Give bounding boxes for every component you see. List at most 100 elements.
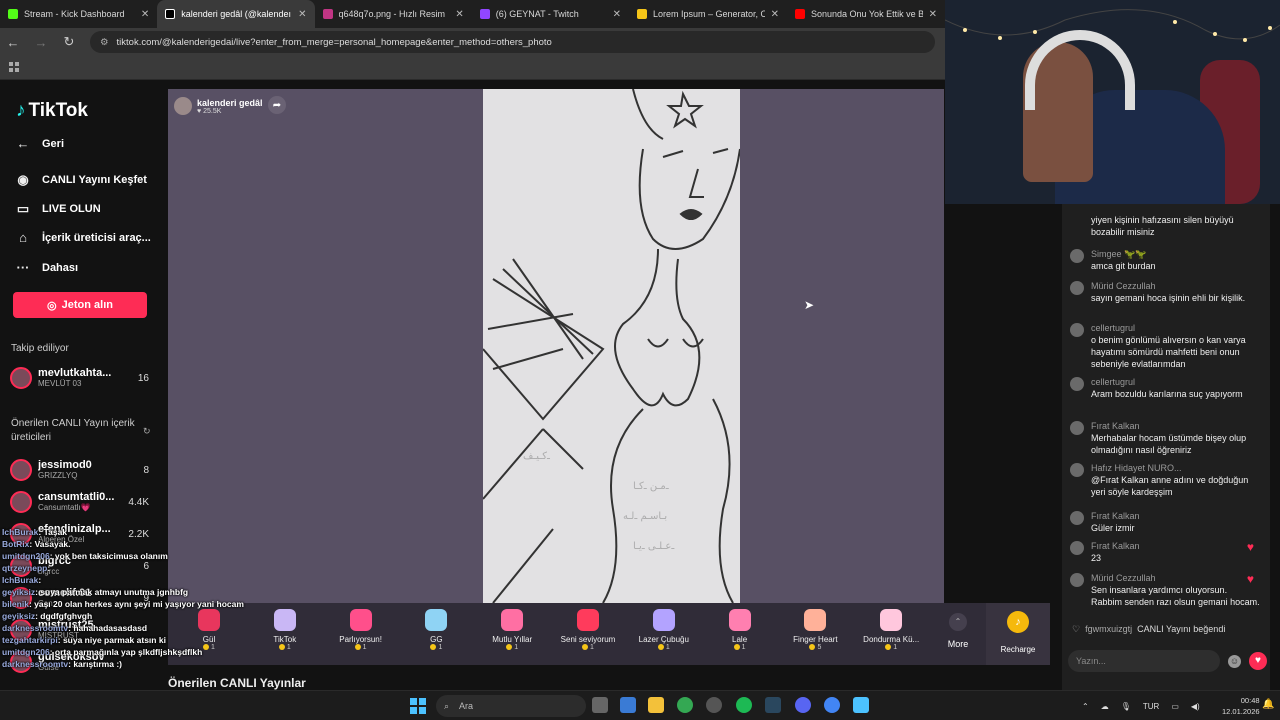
creator-list-item[interactable]: mevlutkahta... MEVLÜT 03 16 xyxy=(10,364,155,392)
mic-icon[interactable]: 🎙 xyxy=(1121,702,1131,711)
emoji-icon[interactable]: ☺ xyxy=(1228,655,1241,668)
spotify-icon[interactable] xyxy=(736,697,752,713)
chat-avatar[interactable] xyxy=(1070,377,1084,391)
chat-username[interactable]: Fırat Kalkan xyxy=(1091,510,1260,522)
notepad-icon[interactable] xyxy=(853,697,869,713)
gift-item[interactable]: Finger Heart 5 xyxy=(778,607,852,661)
chat-avatar[interactable] xyxy=(1070,511,1084,525)
gift-item[interactable]: Seni seviyorum 1 xyxy=(551,607,625,661)
back-icon[interactable]: ← xyxy=(6,35,20,50)
recharge-button[interactable]: ♪ Recharge xyxy=(986,603,1050,665)
forward-icon[interactable]: → xyxy=(34,35,48,50)
close-icon[interactable]: ✕ xyxy=(455,9,463,20)
chat-username[interactable]: Hafız Hidayet NURO... xyxy=(1091,462,1260,474)
reload-icon[interactable]: ↻ xyxy=(62,34,76,50)
creator-list-item[interactable]: jessimod0 GRIZZLYQ 8 xyxy=(10,456,155,484)
get-coins-button[interactable]: ◎ Jeton alın xyxy=(13,292,147,318)
more-gifts-button[interactable]: ⌃ More xyxy=(938,607,978,649)
tab-label: Stream - Kick Dashboard xyxy=(24,9,125,19)
steam-icon[interactable] xyxy=(765,697,781,713)
clock[interactable]: 00:48 12.01.2026 xyxy=(1222,695,1260,717)
chat-username[interactable]: Fırat Kalkan xyxy=(1091,420,1260,432)
chrome-active-icon[interactable] xyxy=(824,697,840,713)
gift-item[interactable]: Mutlu Yıllar 1 xyxy=(475,607,549,661)
creator-list-item[interactable]: cansumtatli0... Cansumtatlı💗 4.4K xyxy=(10,488,155,516)
chat-avatar[interactable] xyxy=(1070,541,1084,555)
chat-avatar[interactable] xyxy=(1070,463,1084,477)
chrome-icon[interactable] xyxy=(677,697,693,713)
overlay-username: tezgahtarkirpi xyxy=(2,635,58,645)
close-icon[interactable]: ✕ xyxy=(771,9,779,20)
sidebar-nav-item[interactable]: ← Geri xyxy=(14,136,65,151)
volume-icon[interactable]: ◀) xyxy=(1191,702,1200,711)
browser-tab[interactable]: q648q7o.png - Hızlı Resim ✕ xyxy=(315,0,472,28)
sidebar-nav-item[interactable]: ⌂ İçerik üreticisi araç... xyxy=(14,230,151,245)
close-icon[interactable]: ✕ xyxy=(298,9,306,20)
browser-tab[interactable]: (6) GEYNAT - Twitch ✕ xyxy=(472,0,629,28)
chat-text: Aram bozuldu karılarına suç yapıyorm xyxy=(1091,389,1243,399)
site-info-icon[interactable]: ⚙ xyxy=(100,37,109,48)
network-icon[interactable]: ▭ xyxy=(1171,702,1179,711)
task-view-icon[interactable] xyxy=(592,697,608,713)
browser-tab-bar: Stream - Kick Dashboard ✕ kalenderi gedâl … xyxy=(0,0,945,28)
browser-tab[interactable]: Sonunda Onu Yok Ettik ve BÜY ✕ xyxy=(787,0,945,28)
chat-avatar[interactable] xyxy=(1070,573,1084,587)
close-icon[interactable]: ✕ xyxy=(613,9,621,20)
apps-grid-icon[interactable] xyxy=(9,62,19,72)
chat-avatar[interactable] xyxy=(1070,281,1084,295)
avatar[interactable] xyxy=(10,459,32,481)
chat-avatar[interactable] xyxy=(1070,323,1084,337)
close-icon[interactable]: ✕ xyxy=(141,9,149,20)
refresh-icon[interactable]: ↻ xyxy=(143,426,151,437)
gift-item[interactable]: GG 1 xyxy=(399,607,473,661)
windows-start-icon[interactable] xyxy=(410,698,426,714)
gift-item[interactable]: Lazer Çubuğu 1 xyxy=(627,607,701,661)
notification-bell-icon[interactable]: 🔔 xyxy=(1262,699,1274,710)
chat-username[interactable]: Mürid Cezzullah xyxy=(1091,572,1260,584)
coin-icon xyxy=(430,644,437,651)
chat-username[interactable]: cellertugrul xyxy=(1091,322,1260,334)
language-indicator[interactable]: TUR xyxy=(1143,702,1159,711)
like-heart-button[interactable]: ♥ xyxy=(1249,652,1267,670)
taskbar-search[interactable]: ⌕ Ara xyxy=(436,695,586,717)
gift-item[interactable]: Parlıyorsun! 1 xyxy=(324,607,398,661)
avatar[interactable] xyxy=(10,491,32,513)
overlay-chat-line: darknessroomtv: hahahadasasdasd xyxy=(2,622,262,634)
sidebar-nav-label: CANLI Yayını Keşfet xyxy=(42,174,147,186)
chat-username[interactable]: Simgee 🦖🦖 xyxy=(1091,248,1260,260)
file-explorer-icon[interactable] xyxy=(648,697,664,713)
live-video-player[interactable]: ـﻣـﻦ ـﻛـﺎ ﺑـﺎﺳـﻢ ـﻟـﻪ ـﻋـﻠـﻰ ـﻳـﺎ ـﻛـﻴـﻒ… xyxy=(168,88,944,604)
sidebar-nav-label: LIVE OLUN xyxy=(42,203,101,215)
chat-message: Mürid Cezzullah Sen insanlara yardımcı ol… xyxy=(1070,572,1260,608)
chat-input[interactable]: Yazın... xyxy=(1068,650,1220,672)
url-field[interactable]: ⚙ tiktok.com/@kalenderigedai/live?enter_… xyxy=(90,31,935,53)
onedrive-icon[interactable]: ☁ xyxy=(1101,702,1109,711)
chat-username[interactable]: Mürid Cezzullah xyxy=(1091,280,1260,292)
discord-icon[interactable] xyxy=(795,697,811,713)
chevron-up-icon[interactable]: ⌃ xyxy=(1082,702,1089,711)
sidebar-nav-item[interactable]: ··· Dahası xyxy=(14,260,79,275)
browser-tab[interactable]: kalenderi gedâl (@kalendeı ✕ xyxy=(157,0,315,28)
chat-username[interactable]: cellertugrul xyxy=(1091,376,1260,388)
store-icon[interactable] xyxy=(620,697,636,713)
overlay-text: : suya parmak atmayı unutma jgnhbfg xyxy=(35,587,189,597)
share-icon[interactable]: ➦ xyxy=(268,96,286,114)
host-avatar[interactable] xyxy=(174,97,192,115)
browser-tab[interactable]: Stream - Kick Dashboard ✕ xyxy=(0,0,157,28)
gift-item[interactable]: Dondurma Kü... 1 xyxy=(854,607,928,661)
chat-username[interactable]: Fırat Kalkan xyxy=(1091,540,1260,552)
chat-text: amca git burdan xyxy=(1091,261,1156,271)
gift-price: 1 xyxy=(551,644,625,651)
close-icon[interactable]: ✕ xyxy=(929,9,937,20)
browser-tab[interactable]: Lorem Ipsum – Generator, Orig ✕ xyxy=(629,0,787,28)
tiktok-logo[interactable]: ♪ TikTok xyxy=(16,100,88,122)
sidebar-nav-item[interactable]: ◉ CANLI Yayını Keşfet xyxy=(14,172,147,188)
chat-avatar[interactable] xyxy=(1070,249,1084,263)
tab-favicon-icon xyxy=(322,9,333,19)
avatar[interactable] xyxy=(10,367,32,389)
host-info[interactable]: kalenderi gedâl ♥ 25.5K xyxy=(174,97,263,115)
gift-item[interactable]: Lale 1 xyxy=(703,607,777,661)
chat-avatar[interactable] xyxy=(1070,421,1084,435)
steam-ish-icon[interactable] xyxy=(706,697,722,713)
sidebar-nav-item[interactable]: ▭ LIVE OLUN xyxy=(14,201,101,217)
